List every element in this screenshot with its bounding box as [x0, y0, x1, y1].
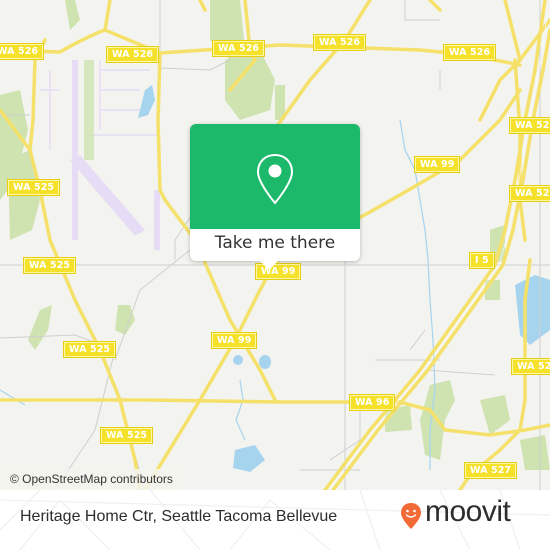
road-shield-wa525: WA 525: [6, 179, 61, 196]
popup-pointer: [259, 260, 279, 270]
road-shield-wa526: WA 526: [442, 44, 497, 61]
road-shield-wa527: WA 527: [508, 185, 550, 202]
airport-area: [40, 60, 160, 250]
road-shield-wa527: WA 527: [508, 117, 550, 134]
map-attribution[interactable]: © OpenStreetMap contributors: [0, 469, 183, 490]
road-shield-wa99: WA 99: [413, 156, 461, 173]
popup-header[interactable]: [190, 124, 360, 229]
road-shield-wa96: WA 96: [348, 394, 396, 411]
road-shield-wa525: WA 525: [62, 341, 117, 358]
take-me-there-button[interactable]: Take me there: [190, 229, 360, 261]
road-shield-wa526: WA 526: [312, 34, 367, 51]
place-title: Heritage Home Ctr, Seattle Tacoma Bellev…: [20, 508, 338, 525]
map-view[interactable]: WA 526 WA 526 WA 526 WA 526 WA 526 WA 52…: [0, 0, 550, 490]
road-shield-wa527: WA 527: [510, 358, 550, 375]
road-shield-wa526: WA 526: [105, 46, 160, 63]
road-shield-i5: I 5: [469, 252, 495, 269]
road-shield-wa526: WA 526: [0, 43, 45, 60]
road-shield-wa525: WA 525: [99, 427, 154, 444]
footer-bar: Heritage Home Ctr, Seattle Tacoma Bellev…: [0, 490, 550, 550]
road-shield-wa526: WA 526: [211, 40, 266, 57]
road-shield-wa527: WA 527: [463, 462, 518, 479]
map-pin-icon: [256, 153, 294, 205]
moovit-logo-text: moovit: [425, 495, 511, 528]
road-shield-wa525: WA 525: [22, 257, 77, 274]
moovit-logo-icon: [401, 503, 421, 529]
road-shield-wa99: WA 99: [210, 332, 258, 349]
take-me-there-popup[interactable]: Take me there: [190, 124, 360, 270]
